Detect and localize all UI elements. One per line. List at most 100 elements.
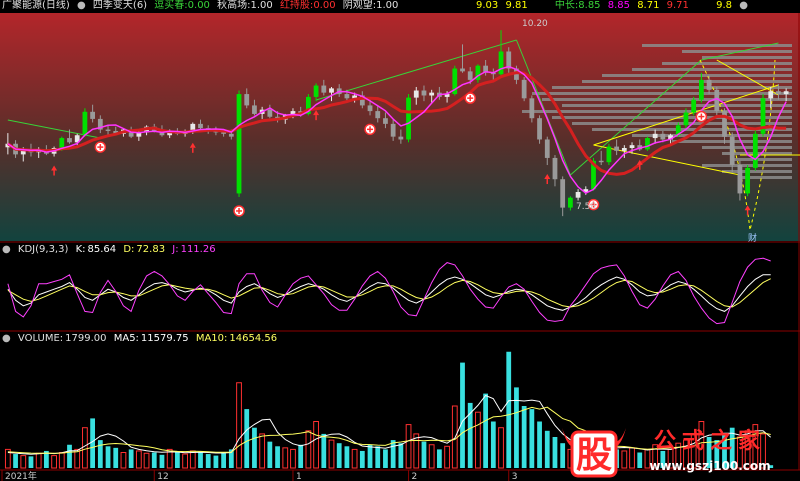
volume-bar-down bbox=[105, 446, 111, 468]
x-axis: 2021年 12 1 2 3 bbox=[1, 470, 517, 481]
candle-body bbox=[498, 51, 504, 75]
volume-bar-down bbox=[151, 452, 157, 468]
gear-icon[interactable]: ● bbox=[77, 0, 86, 11]
candle-body bbox=[629, 145, 635, 148]
logo-char: 股 bbox=[576, 435, 612, 476]
candle-body bbox=[20, 150, 26, 155]
x-tick-label: 1 bbox=[296, 472, 302, 481]
profile-bar bbox=[572, 122, 792, 125]
profile-bar bbox=[702, 146, 792, 149]
volume-bar-down bbox=[367, 444, 373, 468]
candle-body bbox=[313, 85, 319, 97]
candle-body bbox=[383, 118, 388, 124]
candle-body bbox=[421, 90, 427, 96]
volume-bar-down bbox=[336, 443, 342, 468]
candle-body bbox=[244, 94, 250, 106]
x-tick-label: 2021年 bbox=[5, 470, 37, 481]
volume-gear-icon[interactable]: ● bbox=[2, 333, 11, 344]
candle-body bbox=[614, 146, 620, 151]
volume-bar-down bbox=[221, 453, 227, 468]
candle-body bbox=[783, 91, 789, 95]
candle-body bbox=[660, 133, 666, 140]
low-price-label: 7.58 bbox=[576, 202, 596, 212]
volume-bar-down bbox=[421, 441, 427, 468]
candle-body bbox=[776, 91, 781, 95]
kdj-k: K: 85.64 bbox=[75, 244, 117, 255]
candle-body bbox=[729, 136, 735, 166]
x-tick-label: 12 bbox=[157, 472, 168, 481]
volume-bar-down bbox=[28, 456, 34, 468]
candle-body bbox=[398, 136, 404, 140]
volume-bar-down bbox=[344, 446, 350, 468]
volume-bar-down bbox=[390, 440, 396, 468]
profile-bar bbox=[662, 62, 792, 65]
chart-canvas: 2021年 12 1 2 3 10.20 7.58 财 bbox=[0, 13, 800, 481]
candle-body bbox=[598, 160, 604, 163]
kdj-d: D: 72.83 bbox=[123, 244, 166, 255]
cai-label: 财 bbox=[748, 232, 757, 244]
candle-body bbox=[691, 99, 697, 113]
candle-body bbox=[652, 133, 658, 139]
x-tick-label: 2 bbox=[412, 472, 418, 481]
top-value-5: 9.71 bbox=[666, 0, 689, 11]
volume-header: ● VOLUME: 1799.00 MA5: 11579.75 MA10: 14654… bbox=[2, 333, 281, 345]
volume-bar-down bbox=[252, 427, 257, 468]
candle-body bbox=[267, 109, 273, 117]
candle-body bbox=[567, 197, 573, 208]
candle-body bbox=[82, 111, 88, 136]
candle-body bbox=[198, 123, 203, 129]
volume-bar-down bbox=[159, 454, 165, 468]
candle-body bbox=[752, 133, 758, 168]
candle-body bbox=[521, 79, 527, 99]
kdj-gear-icon[interactable]: ● bbox=[2, 244, 11, 255]
volume-bar-down bbox=[128, 449, 134, 468]
candle-body bbox=[683, 112, 689, 126]
title-bar: 广聚能源(日线) ● 四季变天(6) 逗买春:0.00 秋高场:1.00 红持股… bbox=[2, 0, 402, 12]
profile-bar bbox=[582, 80, 792, 83]
volume-bar-down bbox=[67, 444, 72, 468]
volume-bar-down bbox=[174, 452, 180, 468]
candle-body bbox=[737, 165, 743, 194]
candle-body bbox=[429, 92, 435, 96]
candle-body bbox=[467, 71, 473, 80]
candle-body bbox=[544, 139, 550, 158]
profile-bar bbox=[522, 110, 792, 113]
indicator-item-0: 逗买春:0.00 bbox=[154, 0, 210, 11]
volume-bar-down bbox=[298, 444, 304, 468]
profile-bar bbox=[702, 164, 792, 167]
volume-bar-down bbox=[198, 451, 203, 468]
volume-bar-down bbox=[398, 443, 404, 468]
candle-body bbox=[768, 91, 774, 99]
indicator-item-1: 秋高场:1.00 bbox=[217, 0, 273, 11]
candle-body bbox=[390, 123, 396, 137]
volume-bar-down bbox=[13, 454, 18, 468]
profile-bar bbox=[542, 98, 792, 101]
profile-bar bbox=[562, 104, 792, 107]
top-value-strip: 9.03 9.81 中长:8.85 8.85 8.71 9.71 9.8 ● bbox=[476, 0, 752, 12]
formula-name[interactable]: 四季变天(6) bbox=[93, 0, 147, 11]
candle-body bbox=[529, 98, 535, 119]
top-value-2-label: 中长: bbox=[554, 0, 579, 11]
volume-bar-down bbox=[490, 421, 496, 468]
candle-body bbox=[552, 157, 558, 180]
volume-bar-down bbox=[205, 454, 211, 468]
stock-name[interactable]: 广聚能源(日线) bbox=[2, 0, 70, 11]
candle-body bbox=[460, 68, 465, 72]
candle-body bbox=[228, 133, 234, 137]
kdj-header: ● KDJ(9,3,3) K: 85.64 D: 72.83 J: 111.26 bbox=[2, 244, 220, 256]
volume-bar-down bbox=[436, 449, 442, 468]
volume-bar-down bbox=[113, 447, 119, 468]
top-value-4: 8.71 bbox=[637, 0, 660, 11]
volume-ma10: MA10: 14654.56 bbox=[195, 333, 278, 344]
candle-body bbox=[329, 88, 334, 93]
top-value-0: 9.03 bbox=[476, 0, 499, 11]
volume-bar-down bbox=[244, 409, 250, 468]
candle-body bbox=[236, 94, 242, 194]
volume-bar-down bbox=[552, 437, 558, 468]
high-price-label: 10.20 bbox=[522, 19, 548, 29]
profile-bar bbox=[602, 74, 792, 77]
volume-bar-down bbox=[90, 418, 96, 468]
settings-dot-icon[interactable]: ● bbox=[739, 0, 748, 11]
top-value-2: 8.85 bbox=[578, 0, 601, 11]
kdj-name[interactable]: KDJ(9,3,3) bbox=[18, 244, 68, 255]
